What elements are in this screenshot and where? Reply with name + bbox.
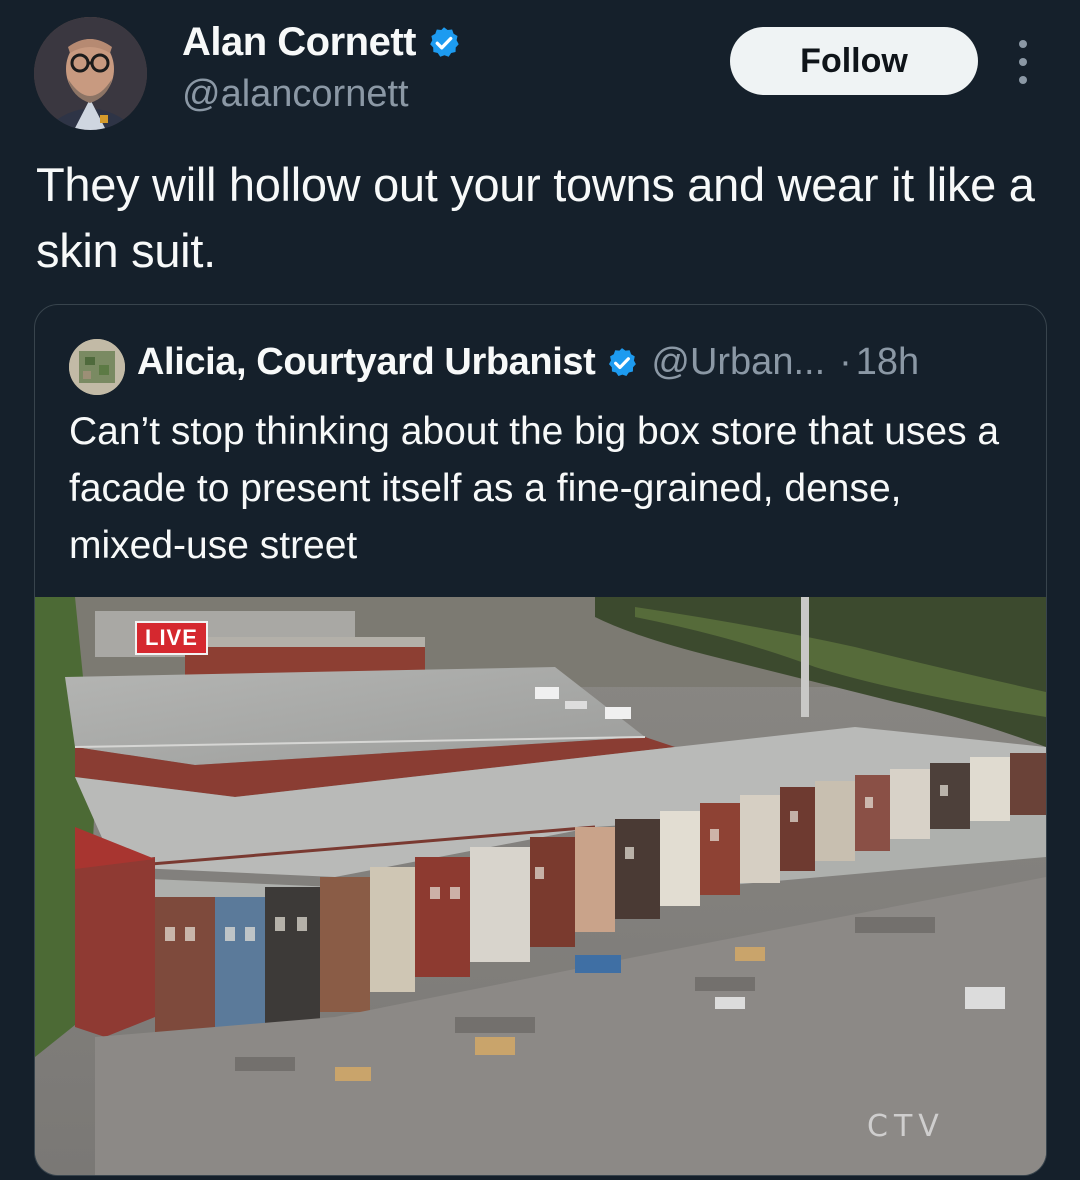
quote-author-name[interactable]: Alicia, Courtyard Urbanist	[137, 341, 596, 384]
aerial-photo	[35, 597, 1046, 1175]
quote-author-avatar[interactable]	[69, 339, 125, 395]
follow-button[interactable]: Follow	[730, 27, 978, 95]
ctv-watermark: CTV	[867, 1109, 945, 1144]
verified-badge-icon	[609, 347, 637, 376]
quote-timestamp[interactable]: 18h	[856, 341, 919, 384]
author-name[interactable]: Alan Cornett	[182, 20, 462, 65]
quoted-tweet-card[interactable]: Alicia, Courtyard Urbanist @Urban... · 1…	[34, 304, 1047, 1176]
more-vertical-icon[interactable]	[1008, 40, 1038, 84]
live-badge: LIVE	[135, 621, 208, 655]
author-handle[interactable]: @alancornett	[182, 73, 409, 116]
quote-media-image[interactable]: LIVE CTV	[35, 597, 1046, 1175]
quote-author-handle[interactable]: @Urban...	[651, 341, 825, 384]
verified-badge-icon	[430, 26, 459, 57]
quote-text: Can’t stop thinking about the big box st…	[69, 410, 1000, 567]
separator-dot: ·	[839, 341, 852, 383]
author-name-text[interactable]: Alan Cornett	[182, 20, 417, 65]
tweet: Alan Cornett @alancornett Follow They wi…	[0, 0, 1080, 1180]
quote-header: Alicia, Courtyard Urbanist @Urban... · 1…	[137, 341, 919, 384]
tweet-text: They will hollow out your towns and wear…	[36, 158, 1035, 277]
author-avatar[interactable]	[34, 17, 147, 130]
